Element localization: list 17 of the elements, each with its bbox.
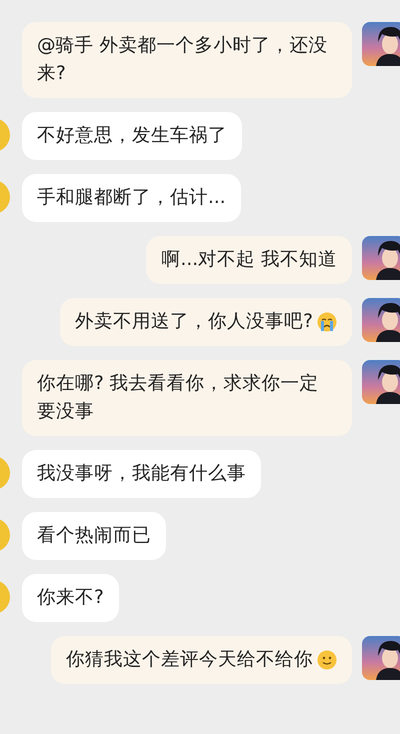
message-bubble: 啊...对不起 我不知道 — [146, 236, 352, 284]
crying-face-icon — [317, 312, 337, 332]
avatar[interactable] — [362, 22, 400, 66]
message-bubble: 看个热闹而已 — [22, 512, 166, 560]
message-bubble: 你在哪? 我去看看你，求求你一定要没事 — [22, 360, 352, 436]
message-bubble: @骑手 外卖都一个多小时了，还没来? — [22, 22, 352, 98]
message-bubble: 我没事呀，我能有什么事 — [22, 450, 261, 498]
smiley-icon — [317, 650, 337, 670]
avatar[interactable] — [362, 360, 400, 404]
message-bubble: 你来不? — [22, 574, 119, 622]
message-bubble: 你猜我这个差评今天给不给你 — [51, 636, 352, 684]
message-bubble: 手和腿都断了，估计... — [22, 174, 241, 222]
message-bubble: 外卖不用送了，你人没事吧? — [60, 298, 352, 346]
avatar[interactable] — [362, 298, 400, 342]
avatar[interactable] — [362, 636, 400, 680]
avatar[interactable] — [362, 236, 400, 280]
message-bubble: 不好意思，发生车祸了 — [22, 112, 242, 160]
